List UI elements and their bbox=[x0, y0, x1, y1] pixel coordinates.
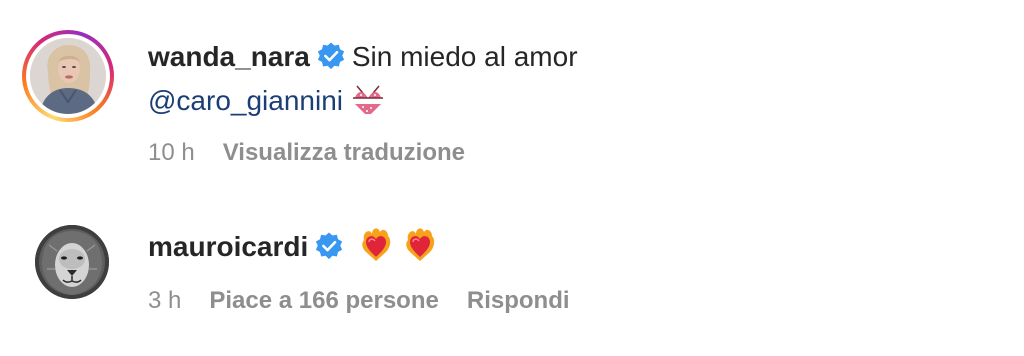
mention-link[interactable]: @caro_giannini bbox=[148, 85, 343, 116]
avatar[interactable] bbox=[35, 225, 109, 299]
comment-header: wanda_nara Sin miedo al amor bbox=[148, 40, 578, 74]
heart-on-fire-icon bbox=[402, 226, 438, 270]
comment: wanda_nara Sin miedo al amor @caro_giann… bbox=[0, 0, 1024, 200]
comment-text-line-2: @caro_giannini bbox=[148, 84, 385, 124]
likes-count-button[interactable]: Piace a 166 persone bbox=[209, 286, 438, 316]
see-translation-button[interactable]: Visualizza traduzione bbox=[223, 138, 465, 168]
verified-badge-icon bbox=[316, 232, 343, 260]
bikini-icon bbox=[351, 84, 385, 124]
woman-portrait-icon bbox=[30, 38, 106, 114]
comment-time: 3 h bbox=[148, 287, 182, 314]
reply-button[interactable]: Rispondi bbox=[467, 286, 570, 316]
comment-time: 10 h bbox=[148, 139, 195, 166]
comment-header: mauroicardi bbox=[148, 226, 438, 270]
avatar[interactable] bbox=[30, 38, 106, 114]
comment: mauroicardi 3 h Piace a 166 persone Rispon… bbox=[0, 200, 1024, 356]
comment-meta: 3 h Piace a 166 persone Rispondi bbox=[148, 286, 598, 316]
verified-badge-icon bbox=[317, 42, 344, 70]
username[interactable]: mauroicardi bbox=[148, 231, 308, 262]
comment-meta: 10 h Visualizza traduzione bbox=[148, 138, 493, 168]
username[interactable]: wanda_nara bbox=[148, 41, 310, 72]
comment-text: Sin miedo al amor bbox=[351, 41, 578, 72]
heart-on-fire-icon bbox=[358, 226, 394, 270]
lion-portrait-icon bbox=[35, 225, 109, 299]
avatar-story-ring[interactable] bbox=[22, 30, 114, 122]
